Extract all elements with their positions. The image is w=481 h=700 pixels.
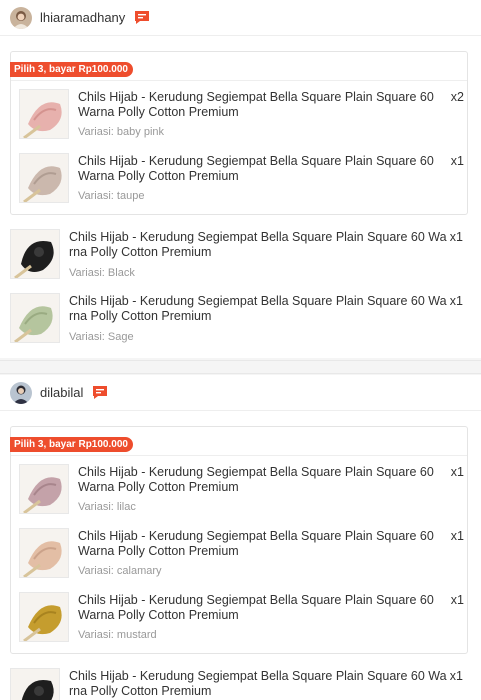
order-card: dilabilal Pilih 3, bayar Rp100.000 Chils… xyxy=(0,375,481,700)
product-thumbnail xyxy=(10,293,60,343)
chat-bubble-icon[interactable] xyxy=(134,10,150,25)
product-thumbnail xyxy=(19,528,69,578)
product-variant: Variasi: calamary xyxy=(78,565,162,577)
bundle-deal-box: Pilih 3, bayar Rp100.000 Chils Hijab - K… xyxy=(10,426,468,654)
product-quantity: x1 xyxy=(450,529,464,543)
product-variant: Variasi: baby pink xyxy=(78,126,165,138)
user-avatar-icon[interactable] xyxy=(10,381,32,404)
list-item[interactable]: Chils Hijab - Kerudung Segiempat Bella S… xyxy=(19,528,464,584)
product-thumbnail xyxy=(19,153,69,203)
product-variant: Variasi: Black xyxy=(69,267,135,279)
list-item[interactable]: Chils Hijab - Kerudung Segiempat Bella S… xyxy=(19,464,464,520)
product-variant: Variasi: Sage xyxy=(69,331,134,343)
product-variant: Variasi: lilac xyxy=(78,501,136,513)
product-title: Chils Hijab - Kerudung Segiempat Bella S… xyxy=(78,593,434,622)
chat-bubble-icon[interactable] xyxy=(92,385,108,400)
product-title: Chils Hijab - Kerudung Segiempat Bella S… xyxy=(69,294,447,323)
list-item[interactable]: Chils Hijab - Kerudung Segiempat Bella S… xyxy=(19,153,464,209)
list-item[interactable]: Chils Hijab - Kerudung Segiempat Bella S… xyxy=(19,592,464,648)
list-item[interactable]: Chils Hijab - Kerudung Segiempat Bella S… xyxy=(19,89,464,145)
list-item[interactable]: Chils Hijab - Kerudung Segiempat Bella S… xyxy=(10,229,463,285)
product-title: Chils Hijab - Kerudung Segiempat Bella S… xyxy=(69,669,447,698)
product-quantity: x1 xyxy=(450,154,464,168)
product-quantity: x1 xyxy=(449,669,463,683)
bundle-deal-box: Pilih 3, bayar Rp100.000 Chils Hijab - K… xyxy=(10,51,468,215)
product-variant: Variasi: taupe xyxy=(78,190,145,202)
user-avatar-icon[interactable] xyxy=(10,6,32,29)
product-thumbnail xyxy=(19,464,69,514)
bundle-bar: Pilih 3, bayar Rp100.000 xyxy=(10,52,467,81)
product-title: Chils Hijab - Kerudung Segiempat Bella S… xyxy=(78,154,434,183)
product-quantity: x1 xyxy=(450,593,464,607)
product-title: Chils Hijab - Kerudung Segiempat Bella S… xyxy=(78,529,434,558)
product-thumbnail xyxy=(10,229,60,279)
section-divider xyxy=(0,360,481,374)
product-thumbnail xyxy=(10,668,60,700)
bundle-bar: Pilih 3, bayar Rp100.000 xyxy=(10,427,467,456)
seller-name[interactable]: lhiaramadhany xyxy=(40,10,125,25)
product-quantity: x1 xyxy=(450,465,464,479)
list-item[interactable]: Chils Hijab - Kerudung Segiempat Bella S… xyxy=(10,668,463,700)
product-title: Chils Hijab - Kerudung Segiempat Bella S… xyxy=(78,90,434,119)
product-thumbnail xyxy=(19,89,69,139)
product-quantity: x1 xyxy=(449,294,463,308)
bundle-deal-badge[interactable]: Pilih 3, bayar Rp100.000 xyxy=(10,62,133,77)
seller-header: lhiaramadhany xyxy=(0,0,481,36)
product-title: Chils Hijab - Kerudung Segiempat Bella S… xyxy=(78,465,434,494)
seller-name[interactable]: dilabilal xyxy=(40,385,83,400)
list-item[interactable]: Chils Hijab - Kerudung Segiempat Bella S… xyxy=(10,293,463,349)
product-quantity: x1 xyxy=(449,230,463,244)
product-thumbnail xyxy=(19,592,69,642)
product-quantity: x2 xyxy=(450,90,464,104)
bundle-deal-badge[interactable]: Pilih 3, bayar Rp100.000 xyxy=(10,437,133,452)
order-card: lhiaramadhany Pilih 3, bayar Rp100.000 C… xyxy=(0,0,481,358)
product-title: Chils Hijab - Kerudung Segiempat Bella S… xyxy=(69,230,447,259)
seller-header: dilabilal xyxy=(0,375,481,411)
product-variant: Variasi: mustard xyxy=(78,629,157,641)
